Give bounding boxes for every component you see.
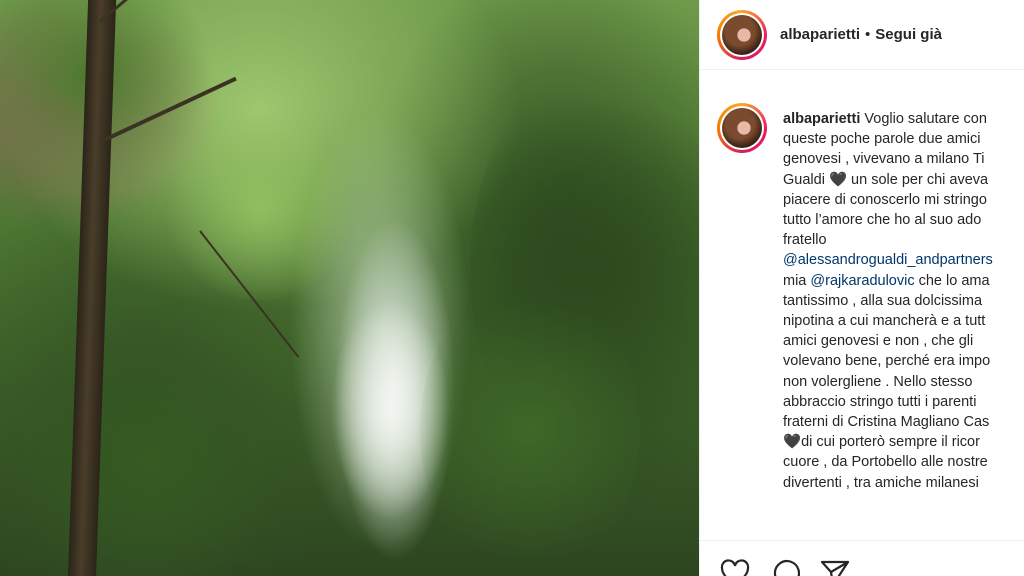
caption-text-part: mia [783,272,807,289]
foliage [0,330,300,576]
caption: albaparietti Voglio salutare con queste … [717,103,1024,493]
action-bar [700,540,1024,576]
header-username[interactable]: albaparietti [780,26,860,43]
post-header: albaparietti • Segui già [700,0,1024,70]
caption-text-part: di cui porterò sempre il ricor cuore , d… [783,434,988,491]
follow-button[interactable]: Segui già [875,26,942,43]
caption-username[interactable]: albaparietti [783,111,860,127]
heart-emoji: 🖤 [828,171,848,188]
post-sidebar: albaparietti • Segui già albaparietti Vo… [699,0,1024,576]
foliage [160,120,360,300]
caption-text-part: che lo ama tantissimo , alla sua dolciss… [783,272,991,431]
caption-avatar[interactable] [717,103,767,153]
separator-dot: • [865,26,871,43]
caption-text: albaparietti Voglio salutare con queste … [783,109,1024,493]
river-reflection [330,300,450,520]
heart-emoji: 🖤 [783,434,802,451]
foliage [420,280,640,576]
mention-link[interactable]: @alessandrogualdi_andpartners [783,252,993,268]
mention-link[interactable]: @rajkaradulovic [810,273,914,289]
heart-icon[interactable] [720,559,750,576]
post-photo[interactable] [0,0,699,576]
comment-icon[interactable] [770,559,800,576]
share-icon[interactable] [820,559,850,576]
avatar[interactable] [717,9,767,60]
